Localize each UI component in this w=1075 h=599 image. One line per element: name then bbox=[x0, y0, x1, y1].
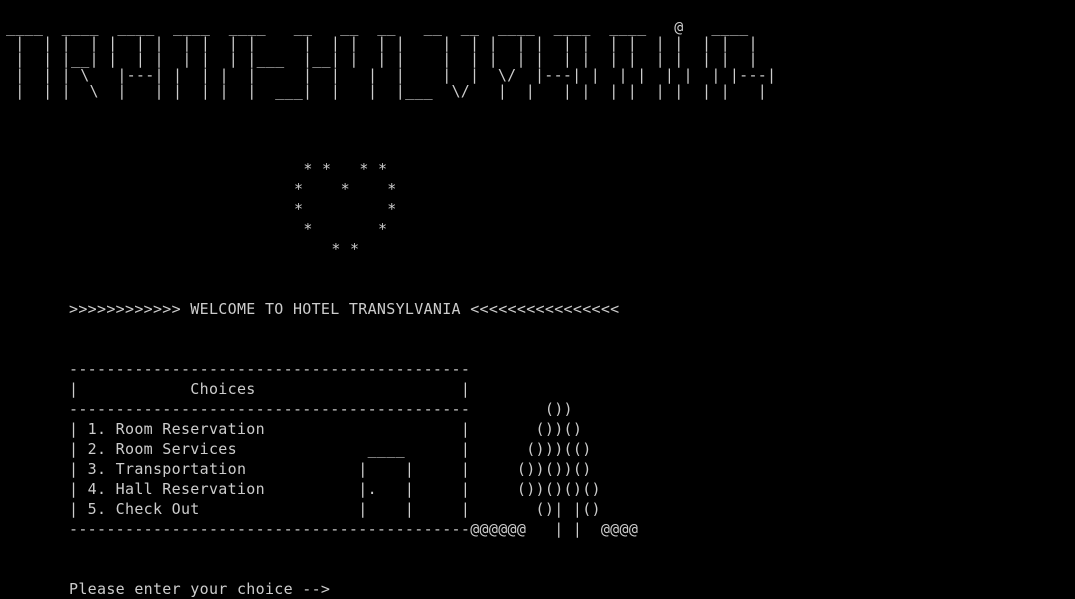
choices-menu-box: ----------------------------------------… bbox=[69, 360, 639, 538]
heart-art: * * * * * * * * * * * * * bbox=[294, 160, 397, 258]
terminal-window: ____ ____ ____ ____ ____ __ __ __ __ __ … bbox=[0, 0, 1075, 598]
welcome-line: >>>>>>>>>>>> WELCOME TO HOTEL TRANSYLVAN… bbox=[69, 300, 620, 318]
choice-input-prompt[interactable]: Please enter your choice --> bbox=[69, 579, 330, 599]
transylvania-banner-art: ____ ____ ____ ____ ____ __ __ __ __ __ … bbox=[6, 18, 777, 100]
